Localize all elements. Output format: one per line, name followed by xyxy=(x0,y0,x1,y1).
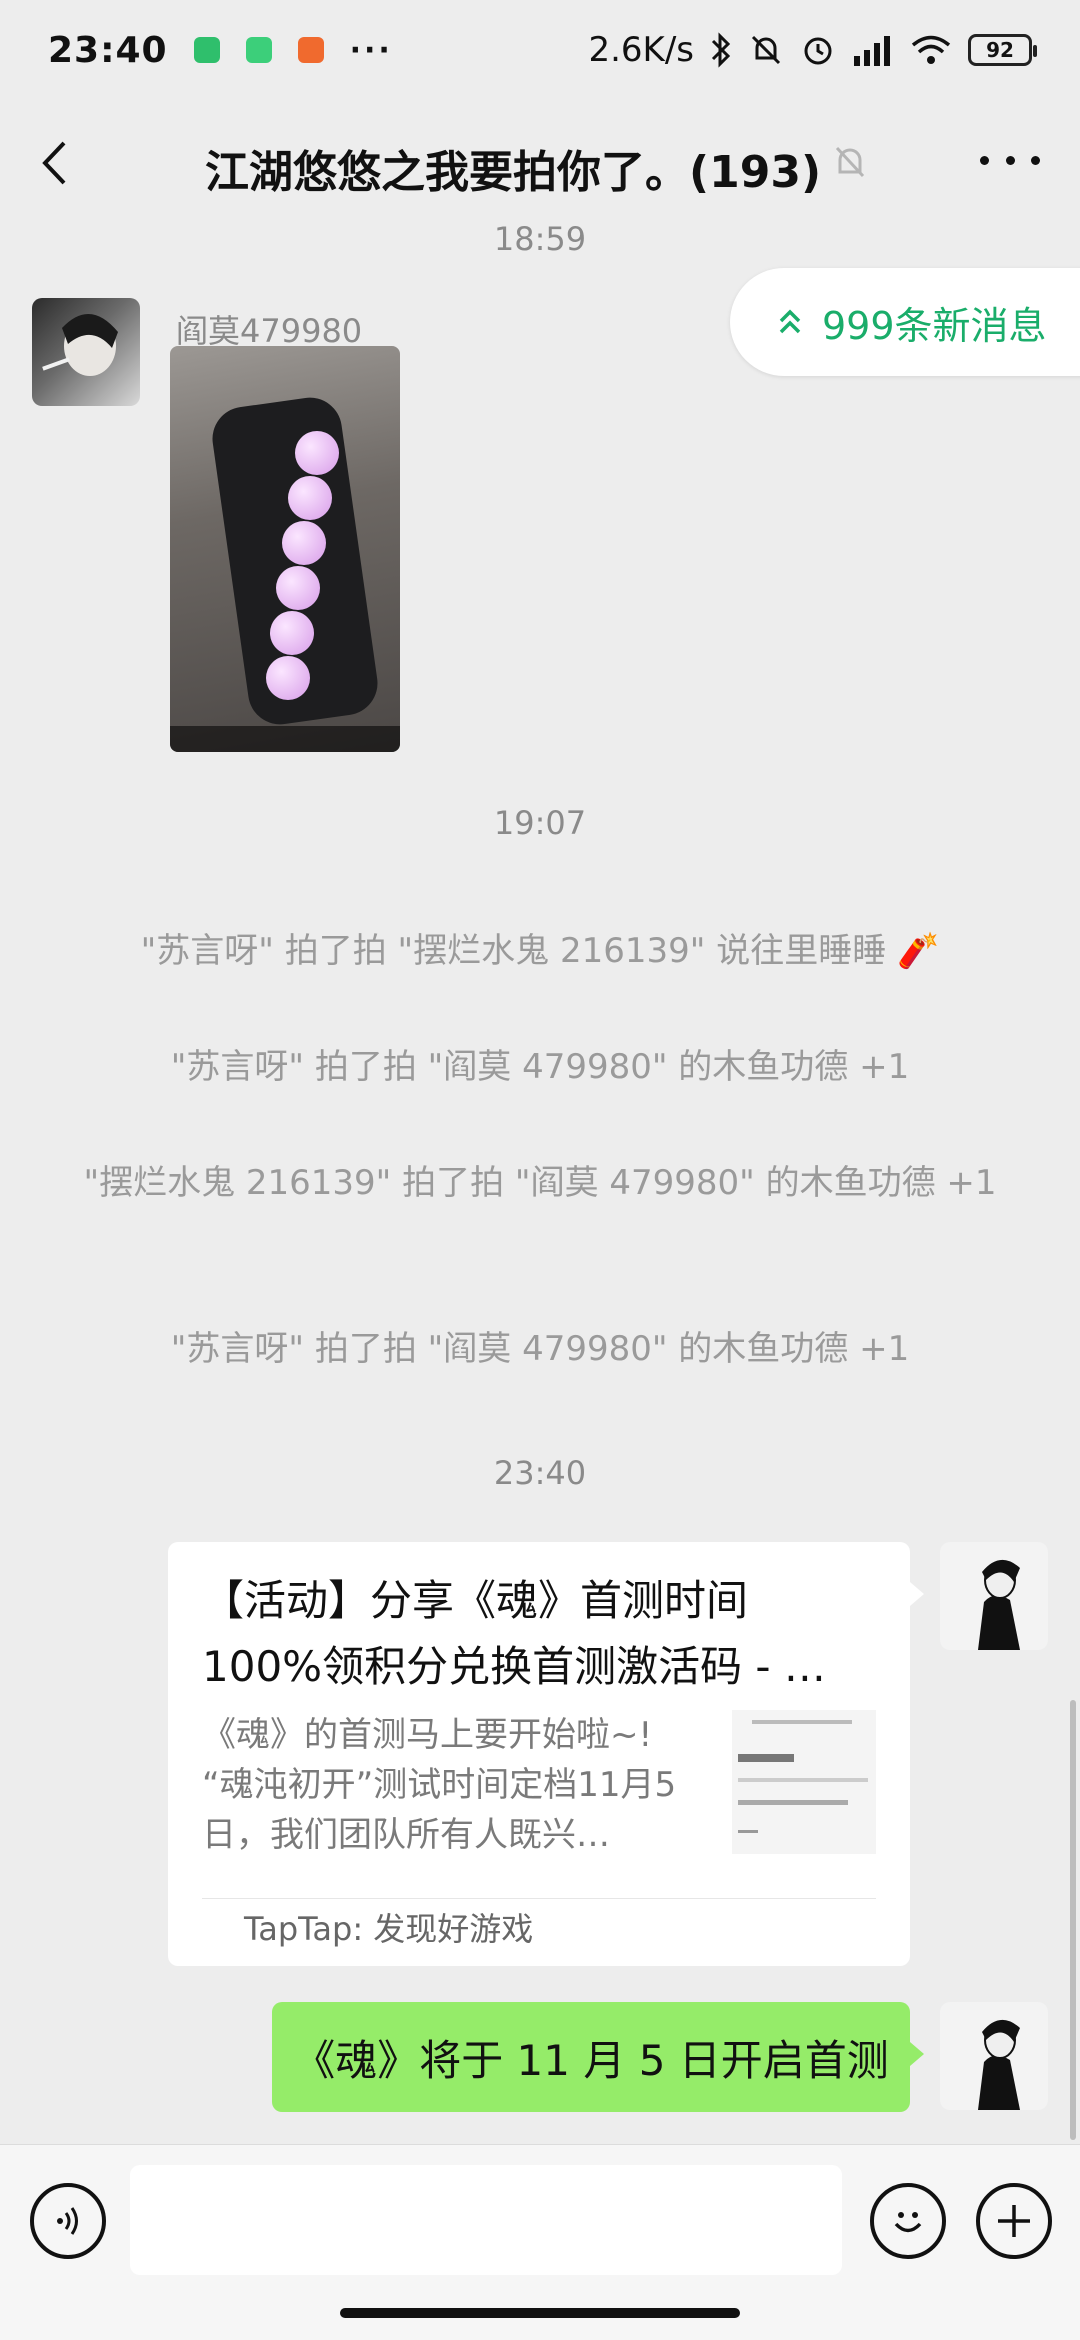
chat-title: 江湖悠悠之我要拍你了。(193) xyxy=(205,147,822,198)
text-message[interactable]: 《魂》将于 11 月 5 日开启首测 xyxy=(272,2002,924,2112)
dot xyxy=(980,155,989,165)
chevron-left-icon xyxy=(42,141,66,185)
back-button[interactable] xyxy=(40,133,90,193)
bead xyxy=(288,476,332,520)
bluetooth-icon xyxy=(711,32,731,68)
network-speed: 2.6K/s xyxy=(588,30,694,70)
system-message: "苏言呀" 拍了拍 "摆烂水鬼 216139" 说往里睡睡 🧨 xyxy=(140,931,940,971)
card-thumbnail xyxy=(732,1710,876,1854)
dot xyxy=(1005,155,1015,165)
message-input[interactable] xyxy=(130,2165,842,2275)
timestamp: 19:07 xyxy=(493,804,587,842)
bead xyxy=(276,566,320,610)
status-right: 2.6K/s 92 xyxy=(588,30,1037,70)
signal-icon xyxy=(854,36,890,66)
my-avatar[interactable] xyxy=(940,2002,1048,2110)
card-description: 《魂》的首测马上要开始啦~! “魂沌初开”测试时间定档11月5日，我们团队所有人… xyxy=(202,1715,677,1855)
chat-scrollbar[interactable] xyxy=(1070,1700,1076,2140)
more-notifications-icon: ··· xyxy=(349,32,393,68)
new-messages-button[interactable]: 999条新消息 xyxy=(730,268,1080,376)
voice-input-button[interactable] xyxy=(30,2183,106,2259)
video-comment-bar xyxy=(170,726,400,752)
card-source: TapTap: 发现好游戏 xyxy=(244,1910,534,1948)
link-card-message[interactable]: 【活动】分享《魂》首测时间 100%领积分兑换首测激活码 - … 《魂》的首测马… xyxy=(168,1542,924,1966)
plus-icon xyxy=(998,2205,1030,2237)
mute-bell-icon xyxy=(835,146,865,178)
card-title: 【活动】分享《魂》首测时间 100%领积分兑换首测激活码 - … xyxy=(202,1576,826,1691)
double-chevron-up-icon xyxy=(779,309,801,334)
status-bar: 23:40 ··· 2.6K/s 92 xyxy=(0,0,1080,100)
system-message: "苏言呀" 拍了拍 "阎莫 479980" 的木鱼功德 +1 xyxy=(170,1047,910,1087)
sender-avatar[interactable] xyxy=(32,298,140,406)
alarm-icon xyxy=(804,37,832,65)
more-actions-button[interactable] xyxy=(976,2183,1052,2259)
card-divider xyxy=(202,1898,876,1899)
text-message-content: 《魂》将于 11 月 5 日开启首测 xyxy=(293,2035,889,2085)
system-message: "苏言呀" 拍了拍 "阎莫 479980" 的木鱼功德 +1 xyxy=(170,1329,910,1369)
app-notification-icon xyxy=(193,37,220,63)
smiley-icon xyxy=(894,2212,922,2233)
bead xyxy=(295,431,339,475)
my-avatar[interactable] xyxy=(940,1542,1048,1650)
input-bar xyxy=(0,2144,1080,2340)
chat-header: 江湖悠悠之我要拍你了。(193) xyxy=(0,100,1080,226)
timestamp: 18:59 xyxy=(493,226,587,258)
message-notification-icon xyxy=(245,37,272,63)
timestamp: 23:40 xyxy=(493,1454,587,1492)
new-messages-count: 999条新消息 xyxy=(822,303,1047,348)
card-body: 《魂》的首测马上要开始啦~! “魂沌初开”测试时间定档11月5日，我们团队所有人… xyxy=(202,1710,876,1860)
dot xyxy=(1031,155,1040,165)
more-options-button[interactable] xyxy=(980,140,1040,180)
chat-area[interactable]: 18:59 阎莫479980 999条新消息 19:07 "苏言呀" 拍了拍 "… xyxy=(0,226,1080,2144)
avatar-image xyxy=(978,2019,1020,2110)
system-message: "摆烂水鬼 216139" 拍了拍 "阎莫 479980" 的木鱼功德 +1 xyxy=(83,1163,997,1203)
bead xyxy=(282,521,326,565)
emoji-button[interactable] xyxy=(870,2183,946,2259)
battery-indicator: 92 xyxy=(968,34,1037,66)
bead xyxy=(270,611,314,655)
avatar-image xyxy=(978,1559,1020,1650)
status-time: 23:40 xyxy=(48,29,168,71)
shield-notification-icon xyxy=(297,37,324,63)
home-indicator[interactable] xyxy=(340,2308,740,2318)
mute-bell-icon xyxy=(751,35,781,65)
voice-icon xyxy=(57,2207,78,2235)
video-message-thumbnail[interactable] xyxy=(170,346,400,752)
status-left: 23:40 ··· xyxy=(48,30,393,71)
avatar-image xyxy=(42,313,118,376)
wifi-icon xyxy=(911,35,951,64)
bead xyxy=(266,656,310,700)
